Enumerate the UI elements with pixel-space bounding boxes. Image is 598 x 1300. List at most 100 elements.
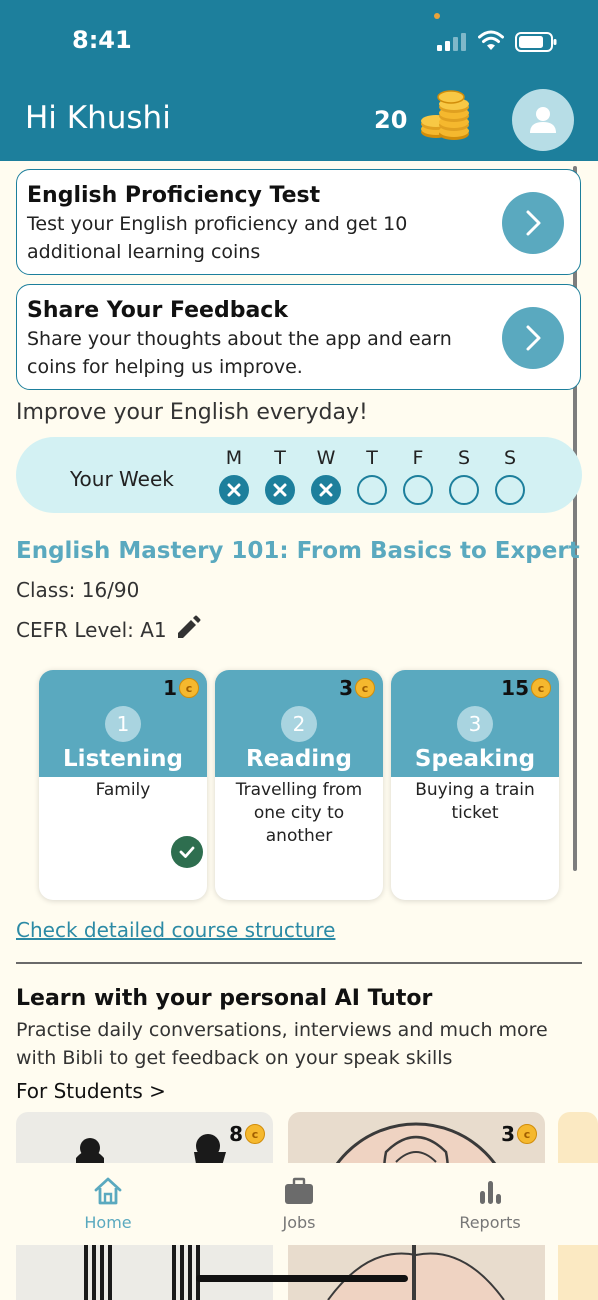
nav-jobs[interactable]: Jobs — [239, 1175, 359, 1232]
scenario-illustration — [84, 1245, 200, 1300]
lesson-name: Listening — [63, 746, 183, 772]
day-pending-indicator — [357, 475, 387, 505]
home-indicator[interactable] — [196, 1275, 408, 1282]
lesson-card-reading[interactable]: 3 c 2 Reading Travelling from one city t… — [215, 670, 383, 900]
close-icon — [319, 483, 333, 497]
tutor-coin-value: 8 — [229, 1122, 243, 1146]
scenario-illustration — [327, 1245, 505, 1300]
coin-icon: c — [179, 678, 199, 698]
day-complete-indicator — [265, 475, 295, 505]
lesson-topic: Family — [95, 780, 151, 800]
lesson-card-header: 3 c 2 Reading — [215, 670, 383, 777]
week-label: Your Week — [70, 467, 174, 491]
feedback-arrow-button[interactable] — [502, 307, 564, 369]
ai-tutor-description: Practise daily conversations, interviews… — [16, 1019, 548, 1069]
lesson-number: 3 — [457, 706, 493, 742]
day-letter: W — [316, 447, 336, 469]
day-complete-indicator — [219, 475, 249, 505]
lesson-card-header: 15 c 3 Speaking — [391, 670, 559, 777]
coin-icon: c — [355, 678, 375, 698]
course-class-progress: Class: 16/90 — [16, 578, 140, 602]
lesson-name: Speaking — [414, 746, 536, 772]
day-monday: M — [218, 447, 250, 505]
battery-icon — [515, 32, 557, 52]
proficiency-test-card[interactable]: English Proficiency Test Test your Engli… — [16, 169, 581, 275]
day-pending-indicator — [403, 475, 433, 505]
bottom-navigation: Home Jobs Reports — [0, 1163, 598, 1245]
edit-pencil-icon[interactable] — [174, 614, 202, 642]
coin-icon: c — [531, 678, 551, 698]
lesson-coin-reward: 3 c — [339, 676, 375, 700]
day-friday: F — [402, 447, 434, 505]
proficiency-test-arrow-button[interactable] — [502, 192, 564, 254]
app-header: 8:41 Hi Khushi 20 — [0, 0, 598, 161]
user-icon — [530, 107, 556, 133]
nav-home[interactable]: Home — [48, 1175, 168, 1232]
lesson-coin-value: 1 — [163, 676, 177, 700]
nav-label: Jobs — [282, 1213, 316, 1232]
chevron-right-icon — [526, 210, 541, 236]
cefr-level: CEFR Level: A1 — [16, 618, 167, 642]
lesson-coin-value: 15 — [501, 676, 529, 700]
tutor-coin-reward: 3 c — [501, 1122, 537, 1146]
lesson-name: Reading — [245, 746, 352, 772]
close-icon — [273, 483, 287, 497]
day-wednesday: W — [310, 447, 342, 505]
lesson-coin-reward: 1 c — [163, 676, 199, 700]
tutor-coin-value: 3 — [501, 1122, 515, 1146]
tutor-coin-reward: 8 c — [229, 1122, 265, 1146]
promo-title: Share Your Feedback — [27, 298, 288, 323]
lesson-card-speaking[interactable]: 15 c 3 Speaking Buying a train ticket — [391, 670, 559, 900]
day-thursday: T — [356, 447, 388, 505]
day-pending-indicator — [495, 475, 525, 505]
promo-title: English Proficiency Test — [27, 183, 321, 208]
promo-description: Test your English proficiency and get 10… — [27, 213, 408, 263]
scenario-card-bottom — [16, 1245, 273, 1300]
scenario-card-bottom — [288, 1245, 545, 1300]
nav-label: Reports — [459, 1213, 521, 1232]
coin-icon: c — [245, 1124, 265, 1144]
completed-check-icon — [171, 836, 203, 868]
day-letter: S — [503, 447, 517, 469]
profile-avatar-button[interactable] — [512, 89, 574, 151]
day-saturday: S — [448, 447, 480, 505]
nav-reports[interactable]: Reports — [430, 1175, 550, 1232]
coin-balance: 20 — [374, 106, 408, 134]
close-icon — [227, 483, 241, 497]
bar-chart-icon — [480, 1181, 501, 1204]
coin-icon: c — [517, 1124, 537, 1144]
for-students-link[interactable]: For Students > — [16, 1079, 166, 1103]
lesson-coin-value: 3 — [339, 676, 353, 700]
home-icon — [94, 1177, 122, 1205]
day-letter: S — [457, 447, 471, 469]
day-letter: T — [366, 447, 378, 469]
section-divider — [16, 962, 582, 964]
lesson-number: 2 — [281, 706, 317, 742]
day-tuesday: T — [264, 447, 296, 505]
wifi-icon — [478, 30, 504, 50]
ai-tutor-title: Learn with your personal AI Tutor — [16, 986, 433, 1011]
chevron-right-icon — [526, 325, 541, 351]
nav-label: Home — [84, 1213, 132, 1232]
promo-description: Share your thoughts about the app and ea… — [27, 328, 452, 378]
day-complete-indicator — [311, 475, 341, 505]
course-title[interactable]: English Mastery 101: From Basics to Expe… — [16, 538, 580, 564]
day-sunday: S — [494, 447, 526, 505]
feedback-card[interactable]: Share Your Feedback Share your thoughts … — [16, 284, 581, 390]
weekly-streak-tracker: Your Week M T W T F S S — [16, 437, 582, 513]
briefcase-icon — [285, 1177, 313, 1204]
lesson-number: 1 — [105, 706, 141, 742]
course-structure-link[interactable]: Check detailed course structure — [16, 918, 335, 942]
lesson-topic: Travelling from one city to another — [235, 780, 363, 846]
day-pending-indicator — [449, 475, 479, 505]
day-letter: T — [274, 447, 286, 469]
lesson-coin-reward: 15 c — [501, 676, 551, 700]
privacy-indicator-dot — [434, 13, 440, 19]
lesson-card-listening[interactable]: 1 c 1 Listening Family — [39, 670, 207, 900]
status-time: 8:41 — [72, 26, 132, 54]
coin-stack-icon — [421, 90, 469, 140]
lesson-topic: Buying a train ticket — [415, 780, 535, 823]
lesson-card-header: 1 c 1 Listening — [39, 670, 207, 777]
section-subheading: Improve your English everyday! — [16, 400, 368, 425]
cellular-signal-icon — [437, 33, 466, 51]
